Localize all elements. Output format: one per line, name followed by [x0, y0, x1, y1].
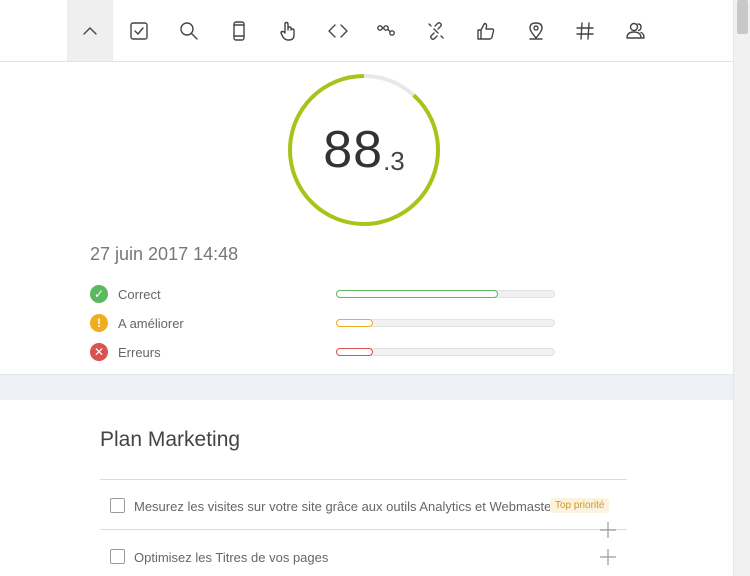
local-button[interactable] [513, 0, 559, 61]
score-value: 88 [323, 121, 384, 179]
score-gauge: 88.3 [285, 71, 443, 229]
progress-fill [336, 319, 374, 327]
toolbar [0, 0, 733, 62]
warning-icon: ! [90, 314, 108, 332]
analysis-date: 27 juin 2017 14:48 [90, 244, 239, 264]
task-checkbox[interactable] [110, 498, 125, 513]
code-button[interactable] [315, 0, 361, 61]
search-icon [180, 21, 198, 40]
error-icon: ✕ [90, 343, 108, 361]
thumbs-up-icon [477, 22, 495, 40]
hand-pointer-icon [280, 21, 295, 41]
stat-label: Erreurs [118, 345, 161, 360]
nodes-icon [377, 24, 395, 36]
competitors-button[interactable] [612, 0, 658, 61]
scrollbar[interactable] [733, 0, 750, 576]
mobile-icon [233, 20, 245, 41]
users-icon [626, 22, 645, 39]
stat-row-erreurs: ✕ Erreurs [90, 343, 560, 363]
section-separator [0, 374, 733, 400]
scroll-thumb[interactable] [737, 0, 748, 34]
progress-track [336, 290, 555, 298]
progress-track [336, 348, 555, 356]
stat-row-correct: ✓ Correct [90, 285, 560, 305]
hashtag-icon [576, 21, 594, 40]
search-button[interactable] [166, 0, 212, 61]
progress-track [336, 319, 555, 327]
score-decimal: .3 [383, 145, 405, 176]
progress-fill [336, 348, 374, 356]
check-icon: ✓ [90, 285, 108, 303]
stat-label: Correct [118, 287, 161, 302]
keywords-button[interactable] [562, 0, 608, 61]
chevron-up-icon [83, 26, 97, 35]
task-item: Optimisez les Titres de vos pages [100, 531, 627, 576]
stat-row-ameliorer: ! A améliorer [90, 314, 560, 334]
stat-label: A améliorer [118, 316, 184, 331]
mobile-button[interactable] [216, 0, 262, 61]
links-button[interactable] [413, 0, 459, 61]
collapse-button[interactable] [67, 0, 113, 61]
interaction-button[interactable] [265, 0, 311, 61]
expand-task-button[interactable] [600, 549, 616, 565]
broken-link-icon [428, 21, 444, 40]
progress-fill [336, 290, 499, 298]
task-item: Mesurez les visites sur votre site grâce… [100, 480, 627, 538]
task-checkbox[interactable] [110, 549, 125, 564]
plan-title: Plan Marketing [100, 428, 241, 451]
plus-icon [600, 549, 616, 565]
structure-button[interactable] [363, 0, 409, 61]
map-pin-icon [529, 21, 543, 40]
code-icon [328, 23, 348, 38]
checkbox-icon [130, 21, 148, 40]
tasks-button[interactable] [116, 0, 162, 61]
task-text[interactable]: Optimisez les Titres de vos pages [134, 550, 328, 565]
social-button[interactable] [463, 0, 509, 61]
priority-badge: Top priorité [550, 498, 610, 513]
task-text[interactable]: Mesurez les visites sur votre site grâce… [134, 499, 556, 514]
